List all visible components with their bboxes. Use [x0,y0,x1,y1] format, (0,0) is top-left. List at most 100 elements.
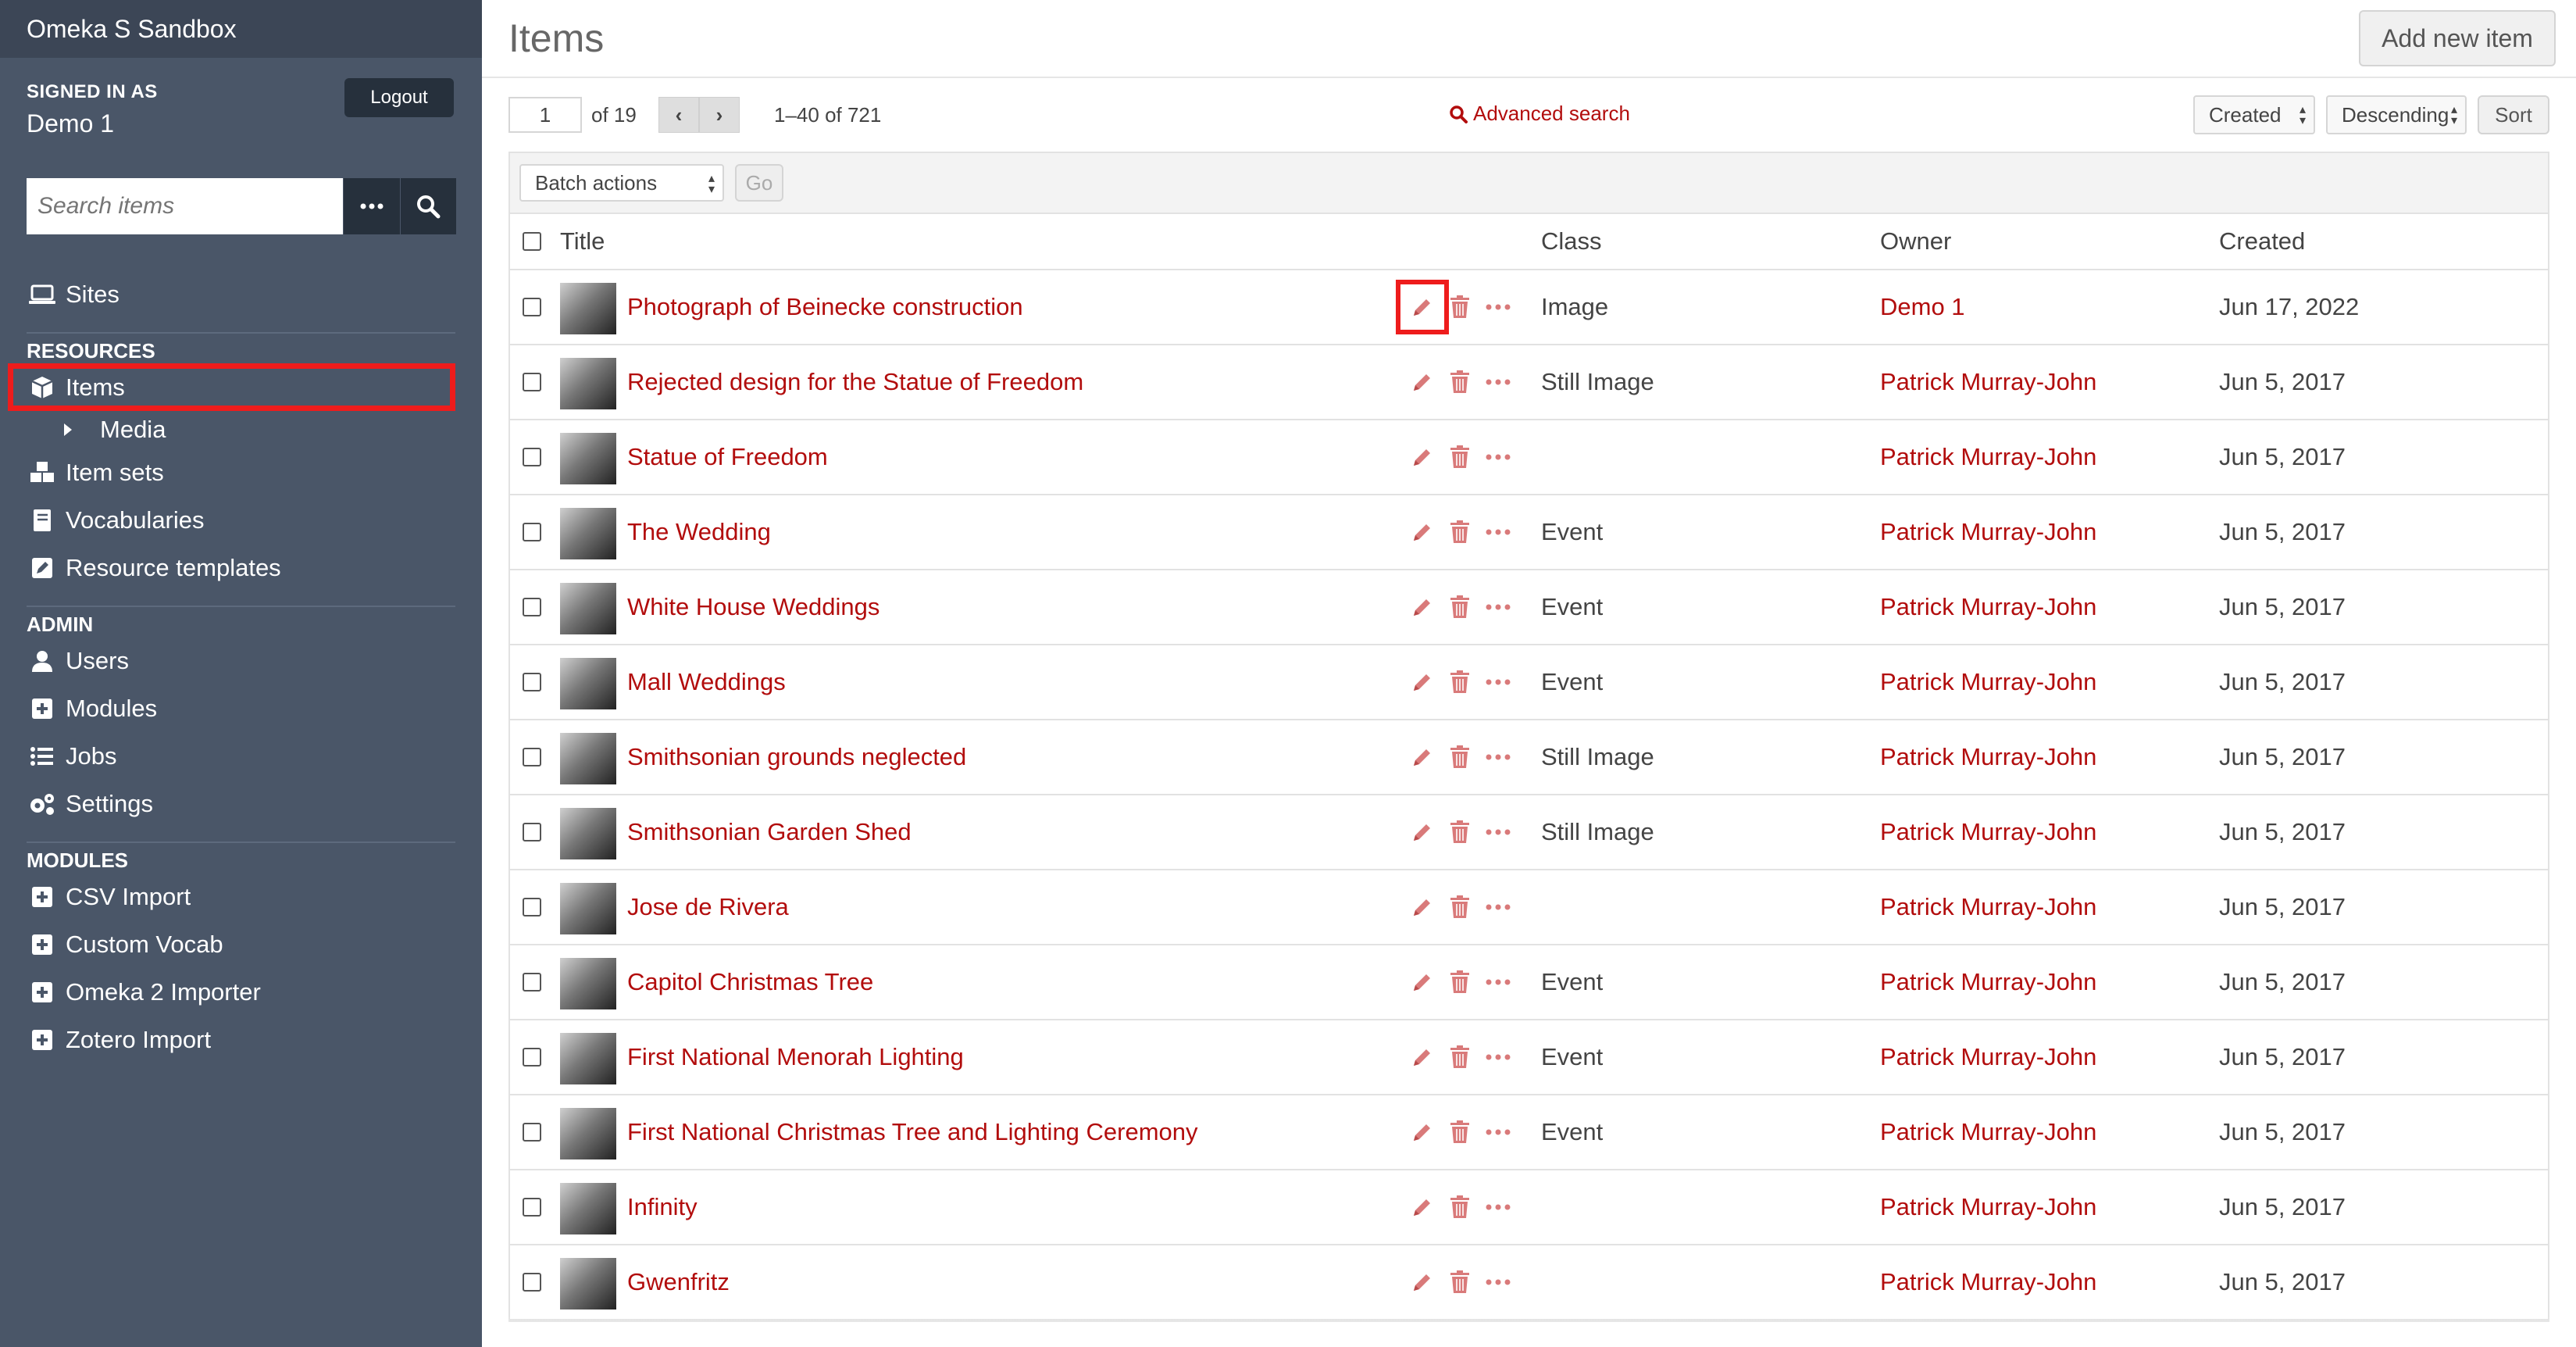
item-thumbnail[interactable] [560,658,616,709]
delete-trash-icon[interactable] [1447,1269,1472,1295]
item-owner-link[interactable]: Patrick Murray-John [1880,893,2096,921]
more-actions-icon[interactable] [1485,369,1511,395]
item-thumbnail[interactable] [560,1183,616,1234]
sidebar-item-zotero-import[interactable]: Zotero Import [0,1016,482,1063]
sidebar-item-vocabularies[interactable]: Vocabularies [0,496,482,544]
item-title-link[interactable]: First National Menorah Lighting [627,1043,964,1071]
item-owner-link[interactable]: Patrick Murray-John [1880,443,2096,471]
item-thumbnail[interactable] [560,1033,616,1084]
edit-pencil-icon[interactable] [1410,594,1435,620]
row-checkbox[interactable] [523,823,541,841]
item-owner-link[interactable]: Patrick Murray-John [1880,1193,2096,1221]
batch-go-button[interactable]: Go [735,164,783,202]
delete-trash-icon[interactable] [1447,444,1472,470]
search-input[interactable] [27,178,343,234]
select-all-checkbox[interactable] [523,232,541,251]
page-number-input[interactable]: 1 [508,97,582,133]
item-title-link[interactable]: Capitol Christmas Tree [627,968,873,996]
sidebar-item-jobs[interactable]: Jobs [0,732,482,780]
item-thumbnail[interactable] [560,1258,616,1309]
item-owner-link[interactable]: Patrick Murray-John [1880,968,2096,996]
item-title-link[interactable]: Smithsonian grounds neglected [627,743,966,771]
item-title-link[interactable]: White House Weddings [627,593,879,621]
delete-trash-icon[interactable] [1447,369,1472,395]
row-checkbox[interactable] [523,1048,541,1067]
logout-button[interactable]: Logout [344,78,454,117]
edit-pencil-icon[interactable] [1410,444,1435,470]
item-owner-link[interactable]: Patrick Murray-John [1880,1118,2096,1146]
search-submit-button[interactable] [400,178,456,234]
item-title-link[interactable]: Statue of Freedom [627,443,828,471]
item-title-link[interactable]: First National Christmas Tree and Lighti… [627,1118,1198,1146]
edit-pencil-icon[interactable] [1410,1119,1435,1145]
edit-pencil-icon[interactable] [1410,819,1435,845]
sort-order-select[interactable]: Descending ▴ ▾ [2326,95,2467,134]
item-thumbnail[interactable] [560,808,616,859]
more-actions-icon[interactable] [1485,969,1511,995]
more-actions-icon[interactable] [1485,444,1511,470]
edit-pencil-icon[interactable] [1410,669,1435,695]
more-actions-icon[interactable] [1485,594,1511,620]
row-checkbox[interactable] [523,448,541,466]
sidebar-item-omeka2-importer[interactable]: Omeka 2 Importer [0,968,482,1016]
delete-trash-icon[interactable] [1447,744,1472,770]
item-title-link[interactable]: Photograph of Beinecke construction [627,293,1023,321]
item-thumbnail[interactable] [560,508,616,559]
row-checkbox[interactable] [523,748,541,766]
more-actions-icon[interactable] [1485,1194,1511,1220]
delete-trash-icon[interactable] [1447,669,1472,695]
item-owner-link[interactable]: Patrick Murray-John [1880,518,2096,546]
sidebar-item-users[interactable]: Users [0,637,482,684]
item-owner-link[interactable]: Patrick Murray-John [1880,368,2096,396]
sidebar-item-item-sets[interactable]: Item sets [0,448,482,496]
sort-button[interactable]: Sort [2478,95,2549,134]
sidebar-item-resource-templates[interactable]: Resource templates [0,544,482,591]
item-owner-link[interactable]: Demo 1 [1880,293,1965,321]
item-owner-link[interactable]: Patrick Murray-John [1880,743,2096,771]
edit-pencil-icon[interactable] [1396,280,1449,334]
item-owner-link[interactable]: Patrick Murray-John [1880,1268,2096,1296]
item-title-link[interactable]: Gwenfritz [627,1268,730,1296]
item-thumbnail[interactable] [560,883,616,934]
item-thumbnail[interactable] [560,283,616,334]
item-title-link[interactable]: Mall Weddings [627,668,786,696]
add-new-item-button[interactable]: Add new item [2359,10,2556,66]
advanced-search-link[interactable]: Advanced search [1448,102,1630,126]
sidebar-item-modules[interactable]: Modules [0,684,482,732]
next-page-button[interactable]: › [699,97,740,133]
column-class[interactable]: Class [1541,227,1602,255]
sidebar-item-sites[interactable]: Sites [0,270,482,318]
more-actions-icon[interactable] [1485,1044,1511,1070]
sort-by-select[interactable]: Created ▴ ▾ [2193,95,2315,134]
item-thumbnail[interactable] [560,433,616,484]
column-owner[interactable]: Owner [1880,227,1951,255]
item-thumbnail[interactable] [560,358,616,409]
row-checkbox[interactable] [523,898,541,916]
search-options-button[interactable] [344,178,400,234]
edit-pencil-icon[interactable] [1410,894,1435,920]
delete-trash-icon[interactable] [1447,294,1472,320]
row-checkbox[interactable] [523,973,541,991]
more-actions-icon[interactable] [1485,744,1511,770]
delete-trash-icon[interactable] [1447,594,1472,620]
item-title-link[interactable]: Jose de Rivera [627,893,789,921]
edit-pencil-icon[interactable] [1410,519,1435,545]
more-actions-icon[interactable] [1485,519,1511,545]
column-title[interactable]: Title [560,227,605,255]
item-owner-link[interactable]: Patrick Murray-John [1880,1043,2096,1071]
column-created[interactable]: Created [2219,227,2305,255]
edit-pencil-icon[interactable] [1410,969,1435,995]
more-actions-icon[interactable] [1485,894,1511,920]
more-actions-icon[interactable] [1485,1269,1511,1295]
item-owner-link[interactable]: Patrick Murray-John [1880,593,2096,621]
item-title-link[interactable]: Infinity [627,1193,698,1221]
delete-trash-icon[interactable] [1447,894,1472,920]
row-checkbox[interactable] [523,298,541,316]
edit-pencil-icon[interactable] [1410,744,1435,770]
more-actions-icon[interactable] [1485,819,1511,845]
row-checkbox[interactable] [523,1273,541,1292]
app-title[interactable]: Omeka S Sandbox [0,0,482,58]
delete-trash-icon[interactable] [1447,1119,1472,1145]
edit-pencil-icon[interactable] [1410,1194,1435,1220]
row-checkbox[interactable] [523,673,541,691]
